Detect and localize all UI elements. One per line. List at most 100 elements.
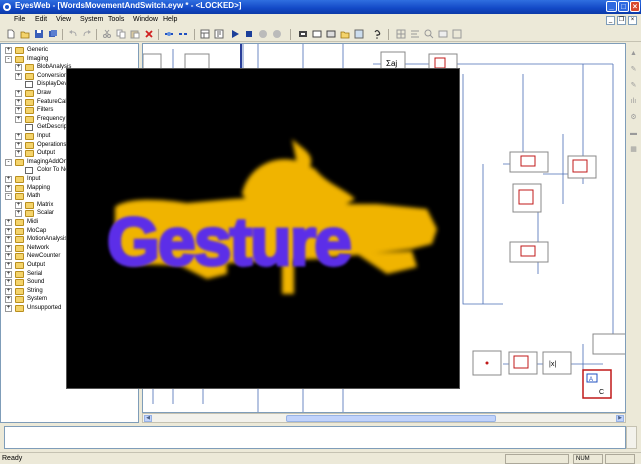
close-button[interactable]: ×	[630, 1, 640, 12]
pause-icon[interactable]	[258, 29, 268, 39]
save-icon[interactable]	[34, 29, 44, 39]
horizontal-scrollbar[interactable]: ◀ ▶	[142, 413, 626, 423]
folder-icon[interactable]	[340, 29, 350, 39]
patch-block-icon	[434, 57, 446, 69]
pen-icon[interactable]: ✎	[629, 81, 638, 90]
image-icon[interactable]	[354, 29, 364, 39]
expand-icon[interactable]: +	[5, 236, 12, 244]
folder-icon	[15, 270, 24, 278]
expand-icon[interactable]: +	[15, 90, 22, 97]
undo-icon[interactable]	[68, 29, 78, 39]
expand-icon[interactable]: +	[15, 64, 22, 72]
tree-item-label: Unsupported	[27, 305, 62, 311]
menu-file[interactable]: File	[14, 16, 25, 23]
output-scrollbar[interactable]	[626, 426, 637, 449]
save-all-icon[interactable]	[48, 29, 58, 39]
open-icon[interactable]	[20, 29, 30, 39]
collapse-icon[interactable]: -	[5, 158, 12, 166]
scroll-thumb[interactable]	[286, 415, 496, 422]
expand-icon[interactable]: +	[5, 227, 12, 235]
expand-icon[interactable]: +	[15, 133, 22, 140]
expand-icon[interactable]: +	[5, 279, 12, 287]
fit-icon[interactable]	[452, 29, 462, 39]
layout-icon[interactable]	[200, 29, 210, 39]
mdi-close-button[interactable]: ×	[628, 16, 637, 25]
expand-icon[interactable]: +	[5, 184, 12, 192]
expand-icon[interactable]: +	[5, 270, 12, 278]
folder-icon	[15, 184, 24, 192]
mdi-minimize-button[interactable]: _	[606, 16, 615, 25]
scroll-right-icon[interactable]: ▶	[616, 415, 624, 422]
properties-icon[interactable]	[214, 29, 224, 39]
pointer-icon[interactable]: ▲	[629, 49, 638, 58]
expand-icon[interactable]: +	[5, 305, 12, 312]
expand-icon[interactable]: +	[15, 150, 22, 158]
menu-tools[interactable]: Tools	[108, 16, 124, 23]
eyesweb-app-icon[interactable]	[2, 2, 12, 12]
module-icon[interactable]	[312, 29, 322, 39]
patch-icon[interactable]	[326, 29, 336, 39]
copy-icon[interactable]	[116, 29, 126, 39]
module-icon	[25, 124, 33, 132]
menu-system[interactable]: System	[80, 16, 103, 23]
folder-icon	[25, 150, 34, 158]
align-icon[interactable]	[410, 29, 420, 39]
redo-icon[interactable]	[82, 29, 92, 39]
output-panel[interactable]	[4, 426, 626, 449]
expand-icon[interactable]: +	[15, 107, 22, 115]
expand-icon[interactable]: +	[5, 176, 12, 183]
graph-icon[interactable]: ılı	[629, 97, 638, 106]
expand-icon[interactable]: +	[5, 287, 12, 295]
folder-icon	[25, 210, 34, 218]
sum-block-label: Σaj	[386, 59, 397, 68]
menu-view[interactable]: View	[56, 16, 71, 23]
folder-icon	[15, 296, 24, 304]
display-output-window[interactable]: Gesture	[66, 68, 460, 389]
expand-icon[interactable]: +	[15, 141, 22, 149]
grid-icon[interactable]	[396, 29, 406, 39]
gesture-text: Gesture	[107, 204, 350, 280]
mdi-restore-button[interactable]: ❐	[617, 16, 626, 25]
cut-icon[interactable]	[102, 29, 112, 39]
expand-icon[interactable]: +	[15, 72, 22, 80]
status-pane	[605, 454, 635, 464]
pen-icon[interactable]: ✎	[629, 65, 638, 74]
expand-icon[interactable]: +	[5, 253, 12, 261]
chart-icon[interactable]: ▬	[629, 129, 638, 138]
expand-icon[interactable]: +	[5, 244, 12, 252]
paste-icon[interactable]	[130, 29, 140, 39]
stop-icon[interactable]	[244, 29, 254, 39]
menu-help[interactable]: Help	[163, 16, 177, 23]
play-icon[interactable]	[230, 29, 240, 39]
expand-icon[interactable]: +	[5, 219, 12, 226]
expand-icon[interactable]: +	[15, 210, 22, 218]
delete-icon[interactable]	[144, 29, 154, 39]
expand-icon[interactable]: +	[5, 262, 12, 269]
zoom-out-icon[interactable]	[438, 29, 448, 39]
new-icon[interactable]	[6, 29, 16, 39]
scroll-left-icon[interactable]: ◀	[144, 415, 152, 422]
folder-icon	[25, 98, 34, 106]
zoom-icon[interactable]	[424, 29, 434, 39]
menu-window[interactable]: Window	[133, 16, 158, 23]
expand-icon[interactable]: +	[5, 296, 12, 304]
maximize-button[interactable]: □	[618, 1, 629, 12]
toolbar-separator	[158, 29, 159, 40]
disconnect-icon[interactable]	[178, 29, 188, 39]
expand-icon[interactable]: +	[5, 47, 12, 54]
grid-icon[interactable]: ▦	[629, 145, 638, 154]
minimize-button[interactable]: _	[606, 1, 617, 12]
toolbar-separator	[388, 29, 389, 40]
settings-icon[interactable]: ⚙	[629, 113, 638, 122]
expand-icon[interactable]: +	[15, 201, 22, 209]
menu-edit[interactable]: Edit	[35, 16, 47, 23]
collapse-icon[interactable]: -	[5, 193, 12, 201]
patch-block-icon	[572, 159, 588, 173]
connect-icon[interactable]	[164, 29, 174, 39]
device-icon[interactable]	[298, 29, 308, 39]
expand-icon[interactable]: +	[15, 98, 22, 106]
record-icon[interactable]	[272, 29, 282, 39]
help-icon[interactable]	[372, 29, 382, 39]
collapse-icon[interactable]: -	[5, 55, 12, 63]
expand-icon[interactable]: +	[15, 115, 22, 123]
